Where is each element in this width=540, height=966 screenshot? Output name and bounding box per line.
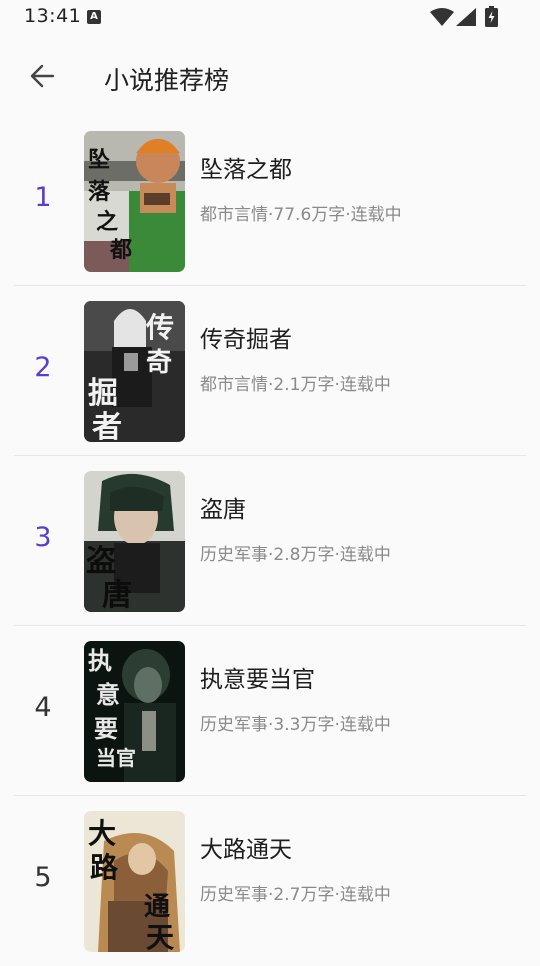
book-meta: 都市言情·2.1万字·连载中 [200,375,391,395]
svg-text:坠: 坠 [88,147,110,173]
page-title: 小说推荐榜 [104,66,230,95]
app-bar: 小说推荐榜 [0,44,540,110]
svg-text:路: 路 [90,851,119,884]
book-cover-image[interactable]: 传 奇 掘 者 [84,301,185,442]
status-bar: 13:41 A [0,0,540,34]
book-title: 坠落之都 [200,157,292,183]
book-meta: 历史军事·2.7万字·连载中 [200,885,391,905]
book-cover-image[interactable]: 盗 唐 [84,471,185,612]
svg-text:都: 都 [109,237,132,263]
svg-text:执: 执 [88,646,112,675]
svg-text:天: 天 [146,921,174,952]
svg-text:通: 通 [144,892,170,922]
rank-number: 3 [34,522,52,553]
back-button[interactable] [22,56,62,96]
status-time: 13:41 [24,5,82,27]
svg-text:意: 意 [96,680,120,709]
book-meta: 历史军事·2.8万字·连载中 [200,545,391,565]
svg-text:奇: 奇 [146,348,172,378]
book-title: 盗唐 [200,497,246,523]
svg-text:盗: 盗 [86,544,116,579]
book-list-item[interactable]: 4 执 意 要 当官 执意要当官 历史军事·3.3万字·连载中 [0,626,540,796]
book-list-item[interactable]: 1 坠 落 之 都 坠落之都 都市言情·77.6万字·连载中 [0,116,540,286]
book-cover-image[interactable]: 大 路 通 天 [84,811,185,952]
notification-icon: A [87,10,101,24]
battery-charging-icon [485,6,498,27]
svg-text:大: 大 [88,817,116,850]
book-meta: 历史军事·3.3万字·连载中 [200,715,391,735]
book-list-item[interactable]: 3 盗 唐 盗唐 历史军事·2.8万字·连载中 [0,456,540,626]
wifi-icon [430,8,454,26]
book-title: 大路通天 [200,837,292,863]
svg-text:当官: 当官 [96,746,136,770]
svg-text:掘: 掘 [88,376,118,411]
svg-text:之: 之 [96,209,118,235]
svg-text:唐: 唐 [102,578,132,612]
book-list-item[interactable]: 2 传 奇 掘 者 传奇掘者 都市言情·2.1万字·连载中 [0,286,540,456]
rank-number: 1 [34,182,52,213]
arrow-left-icon [30,64,55,88]
book-cover-image[interactable]: 坠 落 之 都 [84,131,185,272]
book-title: 执意要当官 [200,667,315,693]
book-title: 传奇掘者 [200,327,292,353]
svg-text:传: 传 [145,311,174,344]
book-list: 1 坠 落 之 都 坠落之都 都市言情·77.6万字·连载中 2 传 奇 掘 者… [0,116,540,966]
book-list-item[interactable]: 5 大 路 通 天 大路通天 历史军事·2.7万字·连载中 [0,796,540,966]
rank-number: 4 [34,692,52,723]
rank-number: 5 [34,862,52,893]
book-meta: 都市言情·77.6万字·连载中 [200,205,402,225]
svg-text:落: 落 [88,179,111,205]
svg-text:要: 要 [94,714,118,743]
rank-number: 2 [34,352,52,383]
svg-text:者: 者 [92,410,122,442]
book-cover-image[interactable]: 执 意 要 当官 [84,641,185,782]
signal-icon [456,8,476,26]
